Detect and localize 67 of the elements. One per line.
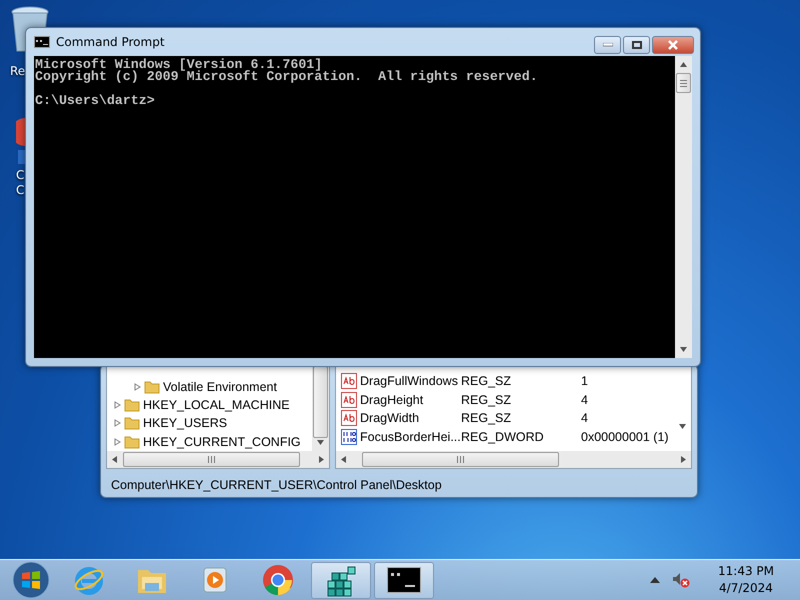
desktop-icon-label: Re [10,64,26,79]
folder-icon [124,398,140,412]
value-type: REG_SZ [461,392,512,407]
browser-icon[interactable] [16,118,25,164]
left-arrow-icon[interactable] [110,455,119,464]
right-arrow-icon[interactable] [317,455,326,464]
expand-arrow-icon[interactable] [113,401,121,410]
console-icon [387,567,421,593]
minimize-button[interactable] [594,36,621,54]
right-arrow-icon[interactable] [679,455,688,464]
ab-icon [341,410,357,426]
ab-icon [341,372,357,389]
console-icon [34,36,50,48]
desktop-icon-label: C [16,168,24,183]
folder-icon [144,380,160,394]
tree-item[interactable]: HKEY_LOCAL_MACHINE [143,398,290,412]
down-arrow-icon[interactable] [316,438,325,447]
console-line: C:\Users\dartz> [35,95,156,107]
horizontal-scrollbar[interactable] [336,451,691,468]
folder-icon [124,416,140,430]
close-icon [667,40,679,50]
ab-icon [341,392,357,408]
binary-icon [341,428,357,445]
vertical-scrollbar[interactable] [312,366,329,451]
tree-item[interactable]: Volatile Environment [163,380,277,394]
clock-date: 4/7/2024 [719,580,773,597]
status-text: Computer\HKEY_CURRENT_USER\Control Panel\Desktop [111,478,442,492]
window-title: Command Prompt [56,35,166,49]
vertical-scrollbar[interactable] [675,56,692,358]
console-line: Copyright (c) 2009 Microsoft Corporation. All rights reserved. [35,71,539,83]
value-type: REG_DWORD [461,430,545,444]
value-name: DragHeight [360,392,424,407]
value-data: 4 [581,392,589,407]
clock[interactable]: 11:43 PM 4/7/2024 [718,563,774,597]
tree-item[interactable]: HKEY_USERS [143,416,228,430]
value-type: REG_SZ [461,411,512,426]
value-name: DragWidth [360,411,420,426]
expand-arrow-icon[interactable] [133,382,141,391]
up-arrow-icon[interactable] [679,60,688,69]
value-name: DragFullWindows [360,374,458,388]
maximize-button[interactable] [623,36,650,54]
value-type: REG_SZ [461,374,512,388]
expand-arrow-icon[interactable] [113,438,121,446]
down-arrow-icon[interactable] [678,422,687,431]
play-icon [203,567,227,593]
down-arrow-icon[interactable] [679,345,688,354]
minimize-icon [602,43,612,47]
clock-time: 11:43 PM [718,563,774,580]
taskbar-button[interactable] [311,562,371,598]
left-arrow-icon[interactable] [339,455,348,464]
value-data: 1 [581,374,589,388]
horizontal-scrollbar[interactable] [107,451,329,468]
desktop-icon-label: C [16,183,24,198]
console-line: Microsoft Windows [Version 6.1.7601] [35,59,322,71]
maximize-icon [632,41,642,49]
expand-arrow-icon[interactable] [113,419,121,428]
taskbar-button[interactable] [374,562,434,598]
folder-icon [124,434,140,449]
close-button[interactable] [652,36,694,54]
show-hidden-icons-button[interactable] [650,577,660,583]
chrome-icon [262,564,294,596]
tree-item[interactable]: HKEY_CURRENT_CONFIG [143,434,301,449]
value-data: 0x00000001 (1) [581,430,670,444]
value-name: FocusBorderHei... [360,430,461,444]
letter-e-icon [73,564,105,596]
speaker-muted-icon[interactable] [672,572,690,588]
value-data: 4 [581,411,589,426]
